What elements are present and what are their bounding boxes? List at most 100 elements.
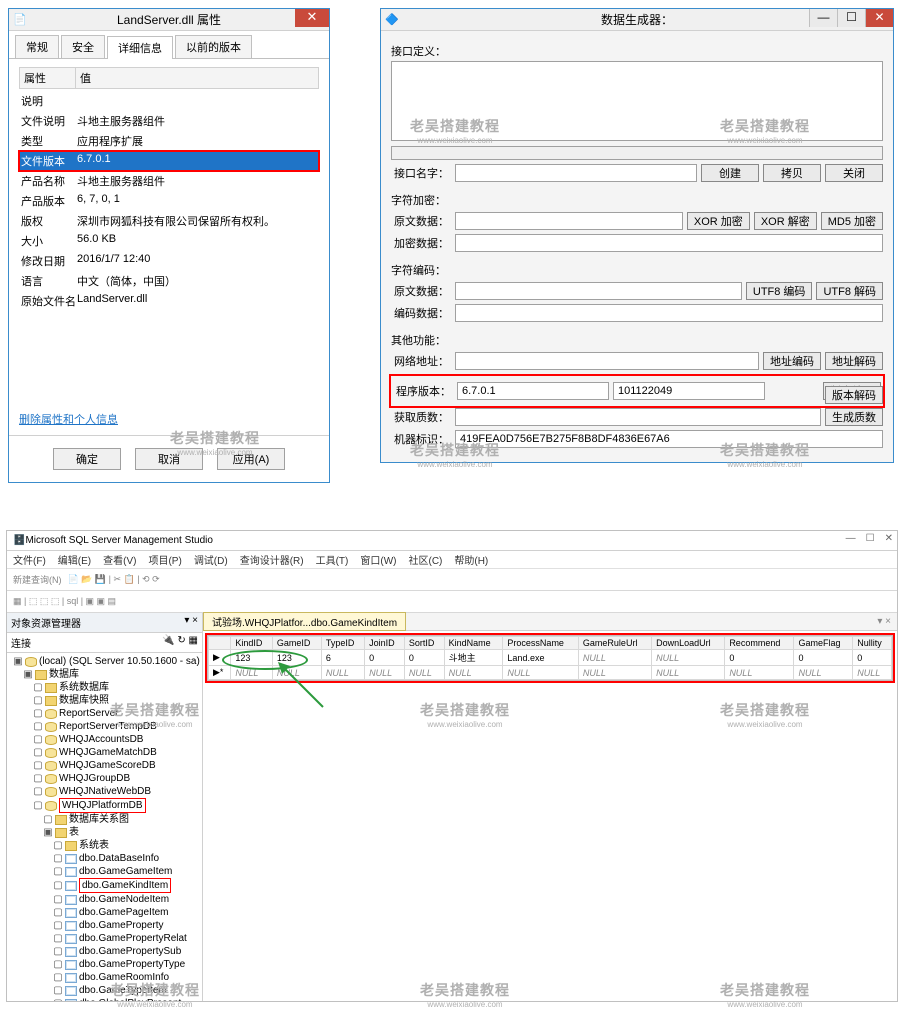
tree-node[interactable]: ▢dbo.GameTypeItem bbox=[13, 984, 202, 997]
utf8-encode-button[interactable]: UTF8 编码 bbox=[746, 282, 813, 300]
tree-node[interactable]: ▢数据库快照 bbox=[13, 694, 202, 707]
xor-encrypt-button[interactable]: XOR 加密 bbox=[687, 212, 750, 230]
connect-label[interactable]: 连接 bbox=[11, 635, 31, 650]
maximize-button[interactable]: ☐ bbox=[837, 9, 865, 27]
machine-id-input[interactable] bbox=[455, 430, 883, 448]
tree-node[interactable]: ▢dbo.GamePropertyType bbox=[13, 958, 202, 971]
scrollbar[interactable] bbox=[391, 146, 883, 160]
menu-item[interactable]: 工具(T) bbox=[316, 552, 349, 567]
gen-prime-button[interactable]: 生成质数 bbox=[825, 408, 883, 426]
tab-3[interactable]: 以前的版本 bbox=[175, 35, 252, 58]
titlebar[interactable]: 📄 LandServer.dll 属性 ✕ bbox=[9, 9, 329, 31]
version-input-b[interactable] bbox=[613, 382, 765, 400]
property-row[interactable]: 大小56.0 KB bbox=[19, 231, 319, 251]
encode-data-input[interactable] bbox=[455, 304, 883, 322]
toolbar-icons[interactable]: 📄 📂 💾 | ✂ 📋 | ⟲ ⟳ bbox=[68, 574, 160, 585]
tree-node[interactable]: ▢dbo.DataBaseInfo bbox=[13, 852, 202, 865]
menu-item[interactable]: 查看(V) bbox=[103, 552, 136, 567]
maximize-button[interactable]: ☐ bbox=[866, 533, 875, 544]
tree-node[interactable]: ▢数据库关系图 bbox=[13, 813, 202, 826]
new-query-button[interactable]: 新建查询(N) bbox=[13, 573, 62, 586]
version-decode-button[interactable]: 版本解码 bbox=[825, 386, 883, 404]
create-button[interactable]: 创建 bbox=[701, 164, 759, 182]
titlebar[interactable]: 🔷 数据生成器： — ☐ ✕ bbox=[381, 9, 893, 31]
addr-decode-button[interactable]: 地址解码 bbox=[825, 352, 883, 370]
interface-def-input[interactable] bbox=[391, 61, 883, 141]
property-row[interactable]: 修改日期2016/1/7 12:40 bbox=[19, 251, 319, 271]
menu-item[interactable]: 调试(D) bbox=[194, 552, 228, 567]
addr-encode-button[interactable]: 地址编码 bbox=[763, 352, 821, 370]
tree-node[interactable]: ▣(local) (SQL Server 10.50.1600 - sa) bbox=[13, 655, 202, 668]
result-grid[interactable]: KindIDGameIDTypeIDJoinIDSortIDKindNamePr… bbox=[207, 635, 893, 681]
menu-item[interactable]: 项目(P) bbox=[148, 552, 181, 567]
property-row[interactable]: 原始文件名LandServer.dll bbox=[19, 291, 319, 311]
property-row[interactable]: 产品名称斗地主服务器组件 bbox=[19, 171, 319, 191]
minimize-button[interactable]: — bbox=[846, 533, 856, 544]
orig-data-input-2[interactable] bbox=[455, 282, 742, 300]
close-button[interactable]: ✕ bbox=[885, 533, 893, 544]
tree-node[interactable]: ▢dbo.GamePropertySub bbox=[13, 945, 202, 958]
copy-button[interactable]: 拷贝 bbox=[763, 164, 821, 182]
menu-item[interactable]: 查询设计器(R) bbox=[240, 552, 304, 567]
tree-node[interactable]: ▢WHQJAccountsDB bbox=[13, 733, 202, 746]
apply-button[interactable]: 应用(A) bbox=[217, 448, 285, 470]
property-row[interactable]: 文件说明斗地主服务器组件 bbox=[19, 111, 319, 131]
tree[interactable]: ▣(local) (SQL Server 10.50.1600 - sa)▣数据… bbox=[7, 653, 202, 1001]
minimize-button[interactable]: — bbox=[809, 9, 837, 27]
tree-node[interactable]: ▢ReportServerTempDB bbox=[13, 720, 202, 733]
version-input-a[interactable] bbox=[457, 382, 609, 400]
explorer-toolbar[interactable]: 🔌 ↻ ▦ bbox=[162, 635, 198, 650]
remove-properties-link[interactable]: 删除属性和个人信息 bbox=[19, 411, 118, 427]
tree-node[interactable]: ▢dbo.GameRoomInfo bbox=[13, 971, 202, 984]
tree-node[interactable]: ▢dbo.GameNodeItem bbox=[13, 893, 202, 906]
xor-decrypt-button[interactable]: XOR 解密 bbox=[754, 212, 817, 230]
document-tab[interactable]: 试验场.WHQJPlatfor...dbo.GameKindItem bbox=[203, 612, 406, 631]
titlebar[interactable]: 🗄️ Microsoft SQL Server Management Studi… bbox=[7, 531, 897, 551]
property-row[interactable]: 文件版本6.7.0.1 bbox=[19, 151, 319, 171]
encrypt-data-input[interactable] bbox=[455, 234, 883, 252]
property-row[interactable]: 版权深圳市网狐科技有限公司保留所有权利。 bbox=[19, 211, 319, 231]
property-row[interactable]: 语言中文（简体，中国） bbox=[19, 271, 319, 291]
tree-node[interactable]: ▢dbo.GameGameItem bbox=[13, 865, 202, 878]
tab-2[interactable]: 详细信息 bbox=[107, 36, 173, 59]
menu-item[interactable]: 帮助(H) bbox=[454, 552, 488, 567]
tree-node[interactable]: ▣表 bbox=[13, 826, 202, 839]
interface-name-input[interactable] bbox=[455, 164, 697, 182]
menu-item[interactable]: 文件(F) bbox=[13, 552, 46, 567]
orig-data-input[interactable] bbox=[455, 212, 683, 230]
tree-node[interactable]: ▢dbo.GameKindItem bbox=[13, 878, 202, 893]
property-row[interactable]: 产品版本6, 7, 0, 1 bbox=[19, 191, 319, 211]
tree-node[interactable]: ▢dbo.GameProperty bbox=[13, 919, 202, 932]
tree-node[interactable]: ▢WHQJGameMatchDB bbox=[13, 746, 202, 759]
md5-encrypt-button[interactable]: MD5 加密 bbox=[821, 212, 883, 230]
property-row[interactable]: 类型应用程序扩展 bbox=[19, 131, 319, 151]
close-button[interactable]: ✕ bbox=[865, 9, 893, 27]
close-button[interactable]: ✕ bbox=[295, 9, 329, 27]
tree-node[interactable]: ▢WHQJGroupDB bbox=[13, 772, 202, 785]
tree-node[interactable]: ▢系统表 bbox=[13, 839, 202, 852]
tree-node[interactable]: ▢WHQJNativeWebDB bbox=[13, 785, 202, 798]
panel-controls[interactable]: ▾ × bbox=[184, 615, 198, 630]
net-addr-input[interactable] bbox=[455, 352, 759, 370]
utf8-decode-button[interactable]: UTF8 解码 bbox=[816, 282, 883, 300]
cancel-button[interactable]: 取消 bbox=[135, 448, 203, 470]
tree-node[interactable]: ▢dbo.GamePropertyRelat bbox=[13, 932, 202, 945]
menu-item[interactable]: 编辑(E) bbox=[58, 552, 91, 567]
tree-node[interactable]: ▢dbo.GamePageItem bbox=[13, 906, 202, 919]
tree-node[interactable]: ▣数据库 bbox=[13, 668, 202, 681]
tab-close-icon[interactable]: ▾ × bbox=[877, 616, 891, 627]
menu-item[interactable]: 窗口(W) bbox=[360, 552, 396, 567]
tree-node[interactable]: ▢ReportServer bbox=[13, 707, 202, 720]
tree-node[interactable]: ▢WHQJGameScoreDB bbox=[13, 759, 202, 772]
tab-0[interactable]: 常规 bbox=[15, 35, 59, 58]
property-row[interactable]: 说明 bbox=[19, 91, 319, 111]
tree-node[interactable]: ▢WHQJPlatformDB bbox=[13, 798, 202, 813]
tab-1[interactable]: 安全 bbox=[61, 35, 105, 58]
prime-input[interactable] bbox=[455, 408, 821, 426]
close-button[interactable]: 关闭 bbox=[825, 164, 883, 182]
tree-node[interactable]: ▢dbo.GlobalPlayPresent bbox=[13, 997, 202, 1001]
toolbar-icons-2[interactable]: ▦ | ⬚ ⬚ ⬚ | sql | ▣ ▣ ▤ bbox=[13, 596, 116, 607]
menu-item[interactable]: 社区(C) bbox=[408, 552, 442, 567]
ok-button[interactable]: 确定 bbox=[53, 448, 121, 470]
tree-node[interactable]: ▢系统数据库 bbox=[13, 681, 202, 694]
